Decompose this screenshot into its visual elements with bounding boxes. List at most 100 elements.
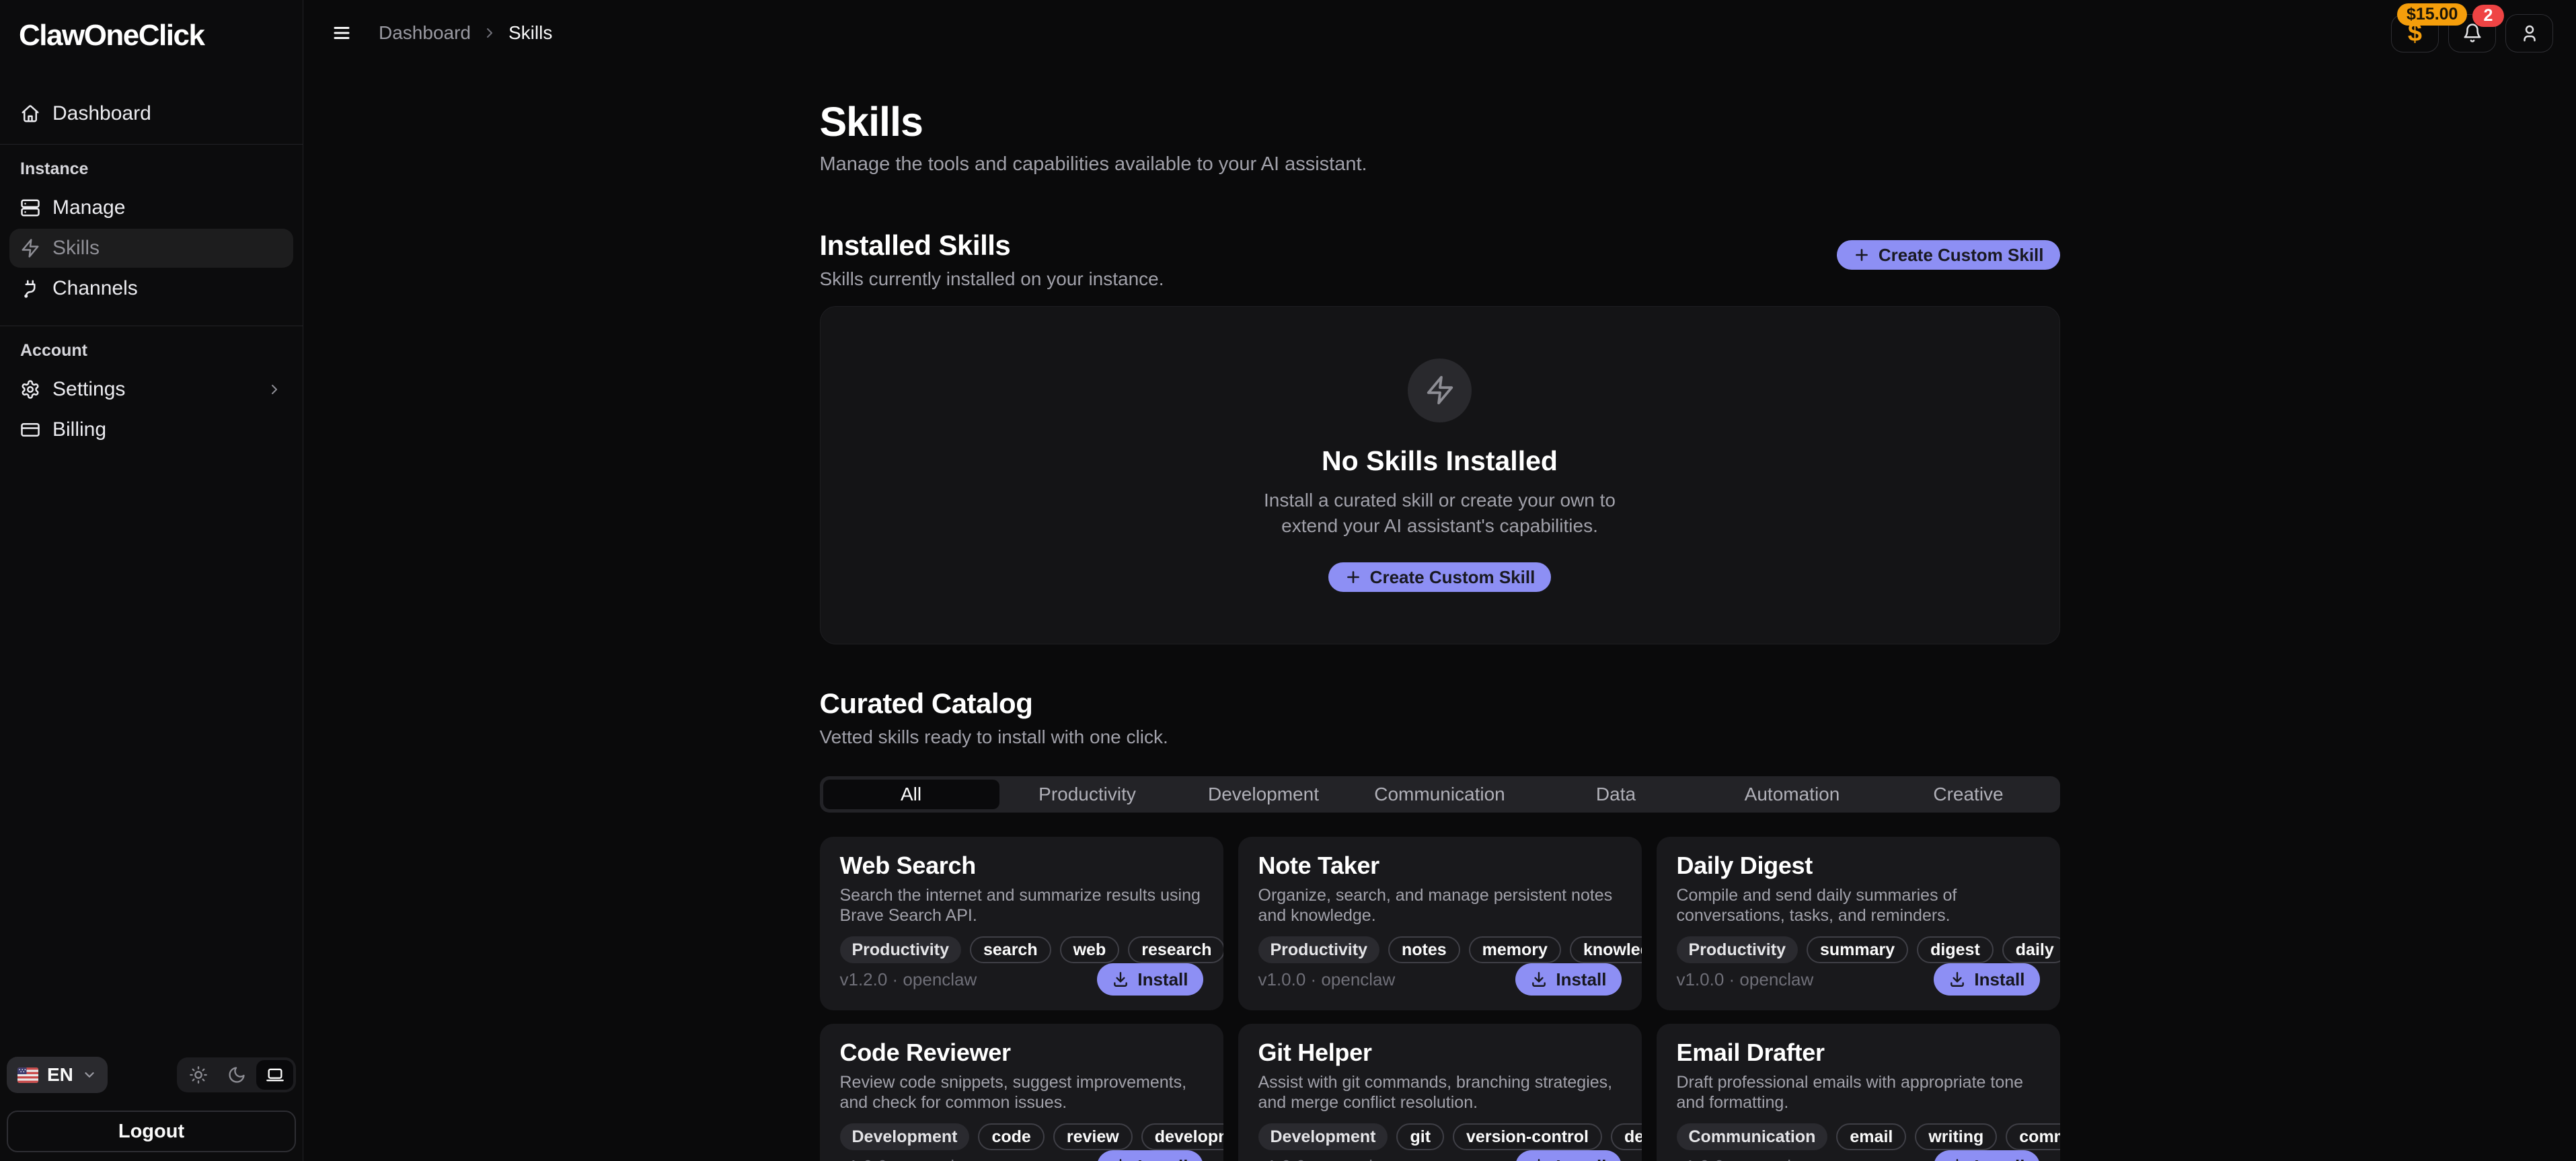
skill-tag: memory bbox=[1469, 936, 1561, 963]
chevron-right-icon bbox=[482, 25, 498, 41]
installed-skills-subtitle: Skills currently installed on your insta… bbox=[820, 268, 1164, 290]
curated-catalog-header: Curated Catalog Vetted skills ready to i… bbox=[820, 687, 2060, 748]
theme-dark-button[interactable] bbox=[218, 1060, 255, 1090]
tab-productivity[interactable]: Productivity bbox=[999, 780, 1176, 809]
skill-tag: review bbox=[1053, 1123, 1133, 1150]
sidebar-item-label: Manage bbox=[52, 196, 125, 219]
skill-name: Daily Digest bbox=[1677, 853, 2040, 878]
logout-button[interactable]: Logout bbox=[7, 1111, 296, 1152]
skill-tag: digest bbox=[1917, 936, 1994, 963]
skill-category-badge: Productivity bbox=[1677, 936, 1798, 963]
create-custom-skill-empty-button[interactable]: Create Custom Skill bbox=[1328, 562, 1552, 592]
install-button[interactable]: Install bbox=[1097, 1150, 1203, 1161]
breadcrumb: Dashboard Skills bbox=[379, 22, 552, 44]
skill-name: Git Helper bbox=[1258, 1040, 1622, 1065]
sidebar-item-dashboard[interactable]: Dashboard bbox=[9, 94, 293, 133]
empty-state-text: Install a curated skill or create your o… bbox=[1238, 488, 1642, 539]
us-flag-icon bbox=[17, 1068, 38, 1083]
skill-tag: notes bbox=[1388, 936, 1460, 963]
sidebar-item-skills[interactable]: Skills bbox=[9, 229, 293, 268]
skill-description: Assist with git commands, branching stra… bbox=[1258, 1072, 1622, 1113]
skill-category-badge: Productivity bbox=[1258, 936, 1379, 963]
skill-description: Draft professional emails with appropria… bbox=[1677, 1072, 2040, 1113]
sidebar-nav-main: Dashboard bbox=[0, 93, 303, 135]
skill-description: Compile and send daily summaries of conv… bbox=[1677, 885, 2040, 926]
download-icon bbox=[1530, 1158, 1548, 1161]
hamburger-icon bbox=[332, 23, 352, 43]
user-menu-button[interactable] bbox=[2505, 14, 2553, 52]
skill-tag: development bbox=[1141, 1123, 1223, 1150]
skill-description: Organize, search, and manage persistent … bbox=[1258, 885, 1622, 926]
install-button[interactable]: Install bbox=[1934, 1150, 2039, 1161]
user-icon bbox=[2520, 23, 2540, 43]
install-button[interactable]: Install bbox=[1515, 1150, 1621, 1161]
home-icon bbox=[20, 104, 40, 124]
install-button[interactable]: Install bbox=[1515, 963, 1621, 996]
skill-category-badge: Development bbox=[840, 1123, 970, 1150]
tab-automation[interactable]: Automation bbox=[1704, 780, 1881, 809]
skill-tags: Productivity notesmemoryknowledge bbox=[1258, 936, 1622, 963]
skill-tag: writing bbox=[1915, 1123, 1997, 1150]
laptop-icon bbox=[266, 1065, 285, 1084]
skill-card-footer: v1.0.0 · openclaw Install bbox=[1258, 963, 1622, 996]
sidebar-nav-instance: Manage Skills Channels bbox=[0, 187, 303, 309]
skill-name: Web Search bbox=[840, 853, 1203, 878]
language-selector[interactable]: EN bbox=[7, 1057, 108, 1093]
chevron-down-icon bbox=[82, 1068, 97, 1082]
download-icon bbox=[1530, 971, 1548, 988]
create-custom-skill-button[interactable]: Create Custom Skill bbox=[1837, 240, 2060, 270]
skill-version: v1.0.0 · openclaw bbox=[1258, 969, 1396, 990]
tab-development[interactable]: Development bbox=[1176, 780, 1352, 809]
sidebar-item-manage[interactable]: Manage bbox=[9, 188, 293, 227]
tab-creative[interactable]: Creative bbox=[1881, 780, 2057, 809]
empty-state-panel: No Skills Installed Install a curated sk… bbox=[820, 306, 2060, 644]
download-icon bbox=[1112, 1158, 1129, 1161]
sidebar-section-instance: Instance bbox=[0, 145, 303, 187]
theme-system-button[interactable] bbox=[256, 1060, 293, 1090]
install-button[interactable]: Install bbox=[1097, 963, 1203, 996]
skill-card: Web Search Search the internet and summa… bbox=[820, 837, 1223, 1010]
sidebar-footer: EN Logout bbox=[0, 1057, 303, 1161]
plus-icon bbox=[1344, 568, 1362, 586]
chevron-right-icon bbox=[266, 381, 282, 398]
tab-communication[interactable]: Communication bbox=[1352, 780, 1528, 809]
skill-tag: web bbox=[1060, 936, 1120, 963]
skill-tag: research bbox=[1128, 936, 1223, 963]
balance-button[interactable]: $15.00 $ bbox=[2391, 14, 2439, 52]
skill-tag: search bbox=[970, 936, 1051, 963]
sidebar-item-billing[interactable]: Billing bbox=[9, 410, 293, 449]
top-bar: Dashboard Skills $15.00 $ 2 bbox=[303, 0, 2576, 66]
empty-state-title: No Skills Installed bbox=[1322, 445, 1558, 477]
menu-toggle-button[interactable] bbox=[332, 23, 352, 43]
theme-light-button[interactable] bbox=[180, 1060, 217, 1090]
skill-tags: Productivity summarydigestdaily bbox=[1677, 936, 2040, 963]
skill-category-badge: Communication bbox=[1677, 1123, 1828, 1150]
zap-icon bbox=[20, 238, 40, 258]
skill-version: v1.0.0 · openclaw bbox=[840, 1156, 977, 1161]
skill-tag: version-control bbox=[1453, 1123, 1602, 1150]
skill-card: Git Helper Assist with git commands, bra… bbox=[1238, 1024, 1642, 1161]
main-area: Dashboard Skills $15.00 $ 2 bbox=[303, 0, 2576, 1161]
skill-card: Code Reviewer Review code snippets, sugg… bbox=[820, 1024, 1223, 1161]
tab-all[interactable]: All bbox=[823, 780, 999, 809]
page-content: Skills Manage the tools and capabilities… bbox=[820, 66, 2060, 1161]
skill-tag: git bbox=[1396, 1123, 1444, 1150]
sidebar-item-settings[interactable]: Settings bbox=[9, 370, 293, 409]
credit-card-icon bbox=[20, 420, 40, 440]
skill-tag: summary bbox=[1807, 936, 1908, 963]
catalog-tabs: AllProductivityDevelopmentCommunicationD… bbox=[820, 776, 2060, 813]
skill-version: v1.0.0 · openclaw bbox=[1677, 969, 1814, 990]
sidebar-item-channels[interactable]: Channels bbox=[9, 269, 293, 308]
breadcrumb-dashboard[interactable]: Dashboard bbox=[379, 22, 471, 44]
gear-icon bbox=[20, 379, 40, 400]
balance-badge: $15.00 bbox=[2397, 3, 2467, 26]
skill-card: Email Drafter Draft professional emails … bbox=[1657, 1024, 2060, 1161]
tab-data[interactable]: Data bbox=[1528, 780, 1704, 809]
install-button[interactable]: Install bbox=[1934, 963, 2039, 996]
app: ClawOneClick Dashboard Instance Manage S… bbox=[0, 0, 2576, 1161]
skill-name: Code Reviewer bbox=[840, 1040, 1203, 1065]
skill-tag: code bbox=[978, 1123, 1044, 1150]
sidebar-nav-account: Settings Billing bbox=[0, 369, 303, 451]
skill-tag: communication bbox=[2006, 1123, 2059, 1150]
sidebar: ClawOneClick Dashboard Instance Manage S… bbox=[0, 0, 303, 1161]
